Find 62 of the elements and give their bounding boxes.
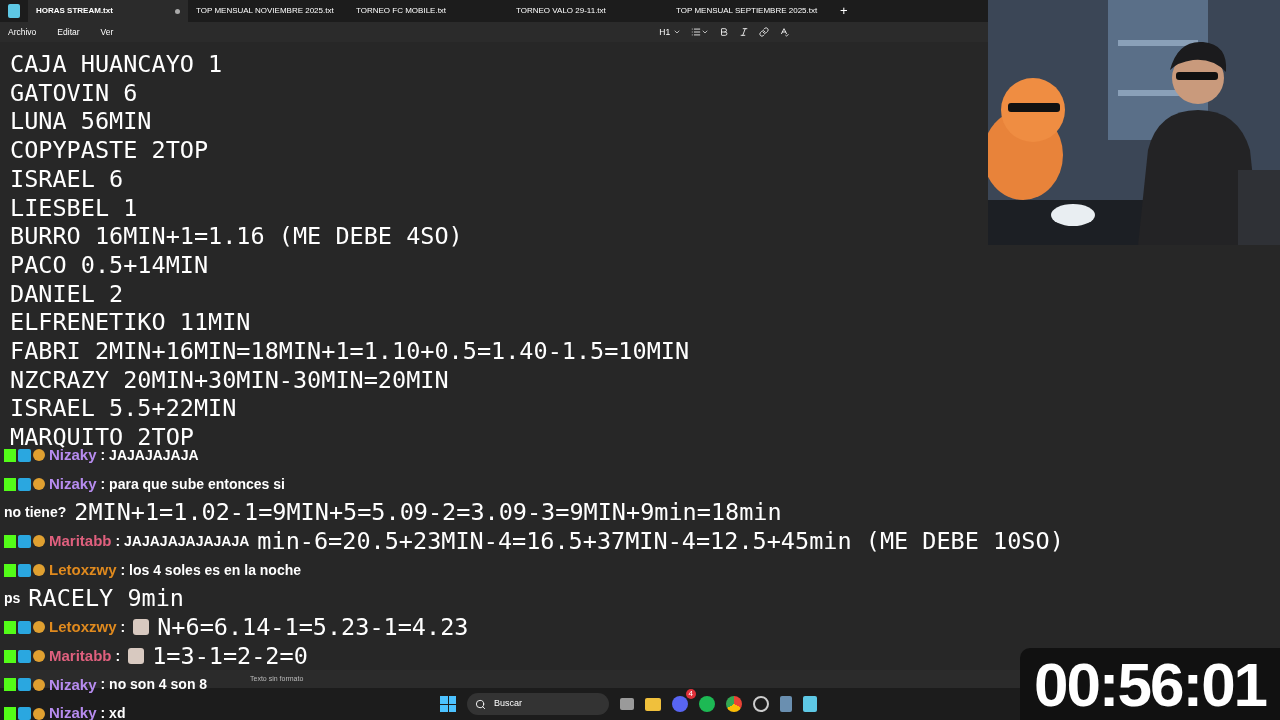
menu-item[interactable]: Archivo	[8, 25, 37, 39]
text-line: ISRAEL 6	[10, 164, 124, 194]
text-line: 2MIN+1=1.02-1=9MIN+5=5.09-2=3.09-3=9MIN+9min=18min	[74, 498, 782, 528]
chat-app-icon[interactable]	[672, 696, 688, 712]
text-line: GATOVIN 6	[10, 78, 138, 108]
chat-username: Nizaky	[49, 473, 97, 494]
spellcheck-icon[interactable]	[779, 27, 790, 37]
chat-separator: :	[115, 646, 121, 666]
file-tab[interactable]: HORAS STREAM.txt	[28, 0, 188, 22]
text-line: N+6=6.14-1=5.23-1=4.23	[157, 613, 469, 642]
text-line: ELFRENETIKO 11MIN	[10, 308, 251, 338]
new-tab-button[interactable]: +	[836, 1, 852, 21]
music-app-icon[interactable]	[699, 696, 715, 712]
menu-item[interactable]: Editar	[57, 25, 80, 39]
link-icon[interactable]	[759, 27, 770, 37]
list-dropdown[interactable]	[691, 27, 710, 37]
text-line: min-6=20.5+23MIN-4=16.5+37MIN-4=12.5+45min (ME DEBE 10SO)	[257, 527, 1064, 556]
windows-start-icon[interactable]	[440, 696, 456, 712]
file-tab[interactable]: TORNEO FC MOBILE.txt	[348, 0, 508, 22]
text-line: CAJA HUANCAYO 1	[10, 50, 223, 79]
text-line: 1=3-1=2-2=0	[152, 641, 308, 671]
text-line: ISRAEL 5.5+22MIN	[10, 394, 237, 424]
list-icon	[691, 27, 702, 37]
caret-icon	[701, 28, 710, 36]
chat-username: Maritabb	[49, 531, 112, 552]
file-tab[interactable]: TORNEO VALO 29-11.txt	[508, 0, 668, 22]
chat-username: Maritabb	[49, 645, 112, 666]
text-line: COPYPASTE 2TOP	[10, 136, 209, 165]
text-line: BURRO 16MIN+1=1.16 (ME DEBE 4SO)	[10, 222, 463, 251]
text-line: PACO 0.5+14MIN	[10, 250, 209, 280]
text-line: DANIEL 2	[10, 279, 124, 309]
italic-icon[interactable]	[739, 27, 750, 37]
chat-message: : para que sube entonces si	[100, 474, 285, 494]
folder-icon[interactable]	[645, 697, 661, 711]
menu-item[interactable]: Ver	[100, 25, 114, 39]
heading-dropdown[interactable]: H1	[659, 25, 682, 39]
notification-count: 4	[685, 689, 696, 699]
chat-username: Letoxzwy	[49, 617, 117, 638]
file-tab[interactable]: TOP MENSUAL NOVIEMBRE 2025.txt	[188, 0, 348, 22]
notepad-icon	[8, 4, 20, 18]
text-line: RACELY 9min	[28, 584, 184, 614]
text-line: LIESBEL 1	[10, 193, 138, 223]
chat-username: Nizaky	[49, 674, 97, 695]
caret-icon	[673, 28, 682, 36]
browser-icon[interactable]	[726, 696, 742, 712]
text-line: LUNA 56MIN	[10, 107, 152, 137]
bold-icon[interactable]	[719, 27, 730, 37]
chat-message: ps	[4, 589, 21, 609]
chat-message: : no son 4 son 8	[100, 675, 208, 695]
text-line: FABRI 2MIN+16MIN=18MIN+1=1.10+0.5=1.40-1.5=10MIN	[10, 337, 690, 366]
chat-username: Letoxzwy	[49, 559, 117, 580]
chat-message: : los 4 soles es en la noche	[120, 560, 302, 580]
file-tab[interactable]: TOP MENSUAL SEPTIEMBRE 2025.txt	[668, 0, 828, 22]
search-icon	[475, 698, 486, 710]
chat-message: : xd	[100, 704, 126, 720]
chat-message: no tiene?	[4, 503, 67, 523]
stream-timer: 00:56:01	[1020, 648, 1280, 720]
text-line: NZCRAZY 20MIN+30MIN-30MIN=20MIN	[10, 365, 449, 395]
chat-message: : JAJAJAJAJAJAJA	[115, 531, 250, 551]
chat-separator: :	[120, 617, 126, 637]
search-field[interactable]: Buscar	[467, 693, 609, 715]
chat-message: : JAJAJAJAJA	[100, 446, 199, 465]
